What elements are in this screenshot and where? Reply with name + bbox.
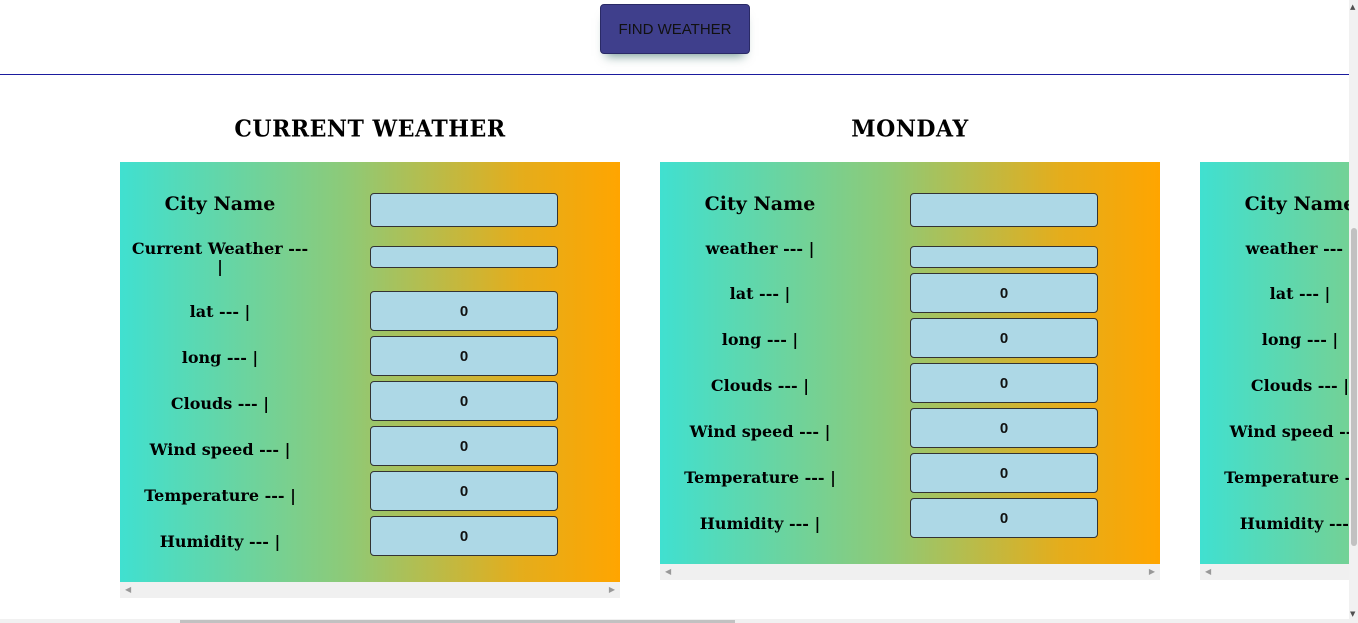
scroll-left-icon[interactable]: ◀ bbox=[665, 567, 671, 576]
lat-label: lat --- | bbox=[189, 302, 251, 321]
scroll-up-icon[interactable]: ▲ bbox=[1350, 3, 1355, 11]
clouds-label: Clouds --- | bbox=[1250, 376, 1349, 395]
temperature-field[interactable]: 0 bbox=[910, 453, 1098, 493]
humidity-label: Humidity --- | bbox=[1239, 514, 1349, 533]
scroll-right-icon[interactable]: ▶ bbox=[609, 585, 615, 594]
lat-field[interactable]: 0 bbox=[910, 273, 1098, 313]
card-horizontal-scrollbar[interactable]: ◀ ▶ bbox=[660, 564, 1160, 580]
wind-speed-field[interactable]: 0 bbox=[370, 426, 558, 466]
scroll-right-icon[interactable]: ▶ bbox=[1149, 567, 1155, 576]
weather-label: weather --- | bbox=[705, 239, 815, 258]
current-weather-label: Current Weather --- | bbox=[131, 239, 309, 276]
clouds-label: Clouds --- | bbox=[170, 394, 270, 413]
weather-card: City Name weather --- | lat --- | long -… bbox=[1200, 162, 1349, 564]
city-name-label: City Name bbox=[164, 193, 276, 215]
weather-card: City Name weather --- | lat --- | 0 long… bbox=[660, 162, 1160, 564]
humidity-label: Humidity --- | bbox=[159, 532, 281, 551]
temperature-label: Temperature --- | bbox=[144, 486, 296, 505]
card-horizontal-scrollbar[interactable]: ◀ ▶ bbox=[120, 582, 620, 598]
panel-title: MONDAY bbox=[851, 115, 969, 143]
long-label: long --- | bbox=[1261, 330, 1339, 349]
long-field[interactable]: 0 bbox=[370, 336, 558, 376]
clouds-field[interactable]: 0 bbox=[910, 363, 1098, 403]
wind-speed-label: Wind speed --- | bbox=[1229, 422, 1349, 441]
scroll-left-icon[interactable]: ◀ bbox=[125, 585, 131, 594]
city-name-label: City Name bbox=[1244, 193, 1349, 215]
temperature-label: Temperature --- | bbox=[684, 468, 836, 487]
humidity-field[interactable]: 0 bbox=[910, 498, 1098, 538]
temperature-label: Temperature --- | bbox=[1224, 468, 1349, 487]
lat-field[interactable]: 0 bbox=[370, 291, 558, 331]
vertical-scroll-thumb[interactable] bbox=[1351, 228, 1357, 546]
scroll-down-icon[interactable]: ▼ bbox=[1350, 610, 1355, 618]
wind-speed-label: Wind speed --- | bbox=[149, 440, 291, 459]
panel-title: CURRENT WEATHER bbox=[234, 115, 506, 143]
lat-label: lat --- | bbox=[729, 284, 791, 303]
tuesday-panel: City Name weather --- | lat --- | long -… bbox=[1200, 0, 1349, 623]
card-horizontal-scrollbar[interactable]: ◀ bbox=[1200, 564, 1349, 580]
lat-label: lat --- | bbox=[1269, 284, 1331, 303]
long-field[interactable]: 0 bbox=[910, 318, 1098, 358]
weather-field[interactable] bbox=[910, 246, 1098, 268]
scroll-left-icon[interactable]: ◀ bbox=[1205, 567, 1211, 576]
find-weather-button[interactable]: FIND WEATHER bbox=[600, 4, 750, 54]
weather-card: City Name Current Weather --- | lat --- … bbox=[120, 162, 620, 582]
city-name-label: City Name bbox=[704, 193, 816, 215]
weather-label: weather --- | bbox=[1245, 239, 1349, 258]
clouds-label: Clouds --- | bbox=[710, 376, 810, 395]
city-name-field[interactable] bbox=[910, 193, 1098, 227]
header-divider bbox=[0, 74, 1349, 75]
clouds-field[interactable]: 0 bbox=[370, 381, 558, 421]
city-name-field[interactable] bbox=[370, 193, 558, 227]
current-weather-field[interactable] bbox=[370, 246, 558, 268]
humidity-label: Humidity --- | bbox=[699, 514, 821, 533]
humidity-field[interactable]: 0 bbox=[370, 516, 558, 556]
temperature-field[interactable]: 0 bbox=[370, 471, 558, 511]
wind-speed-field[interactable]: 0 bbox=[910, 408, 1098, 448]
wind-speed-label: Wind speed --- | bbox=[689, 422, 831, 441]
long-label: long --- | bbox=[721, 330, 799, 349]
long-label: long --- | bbox=[181, 348, 259, 367]
